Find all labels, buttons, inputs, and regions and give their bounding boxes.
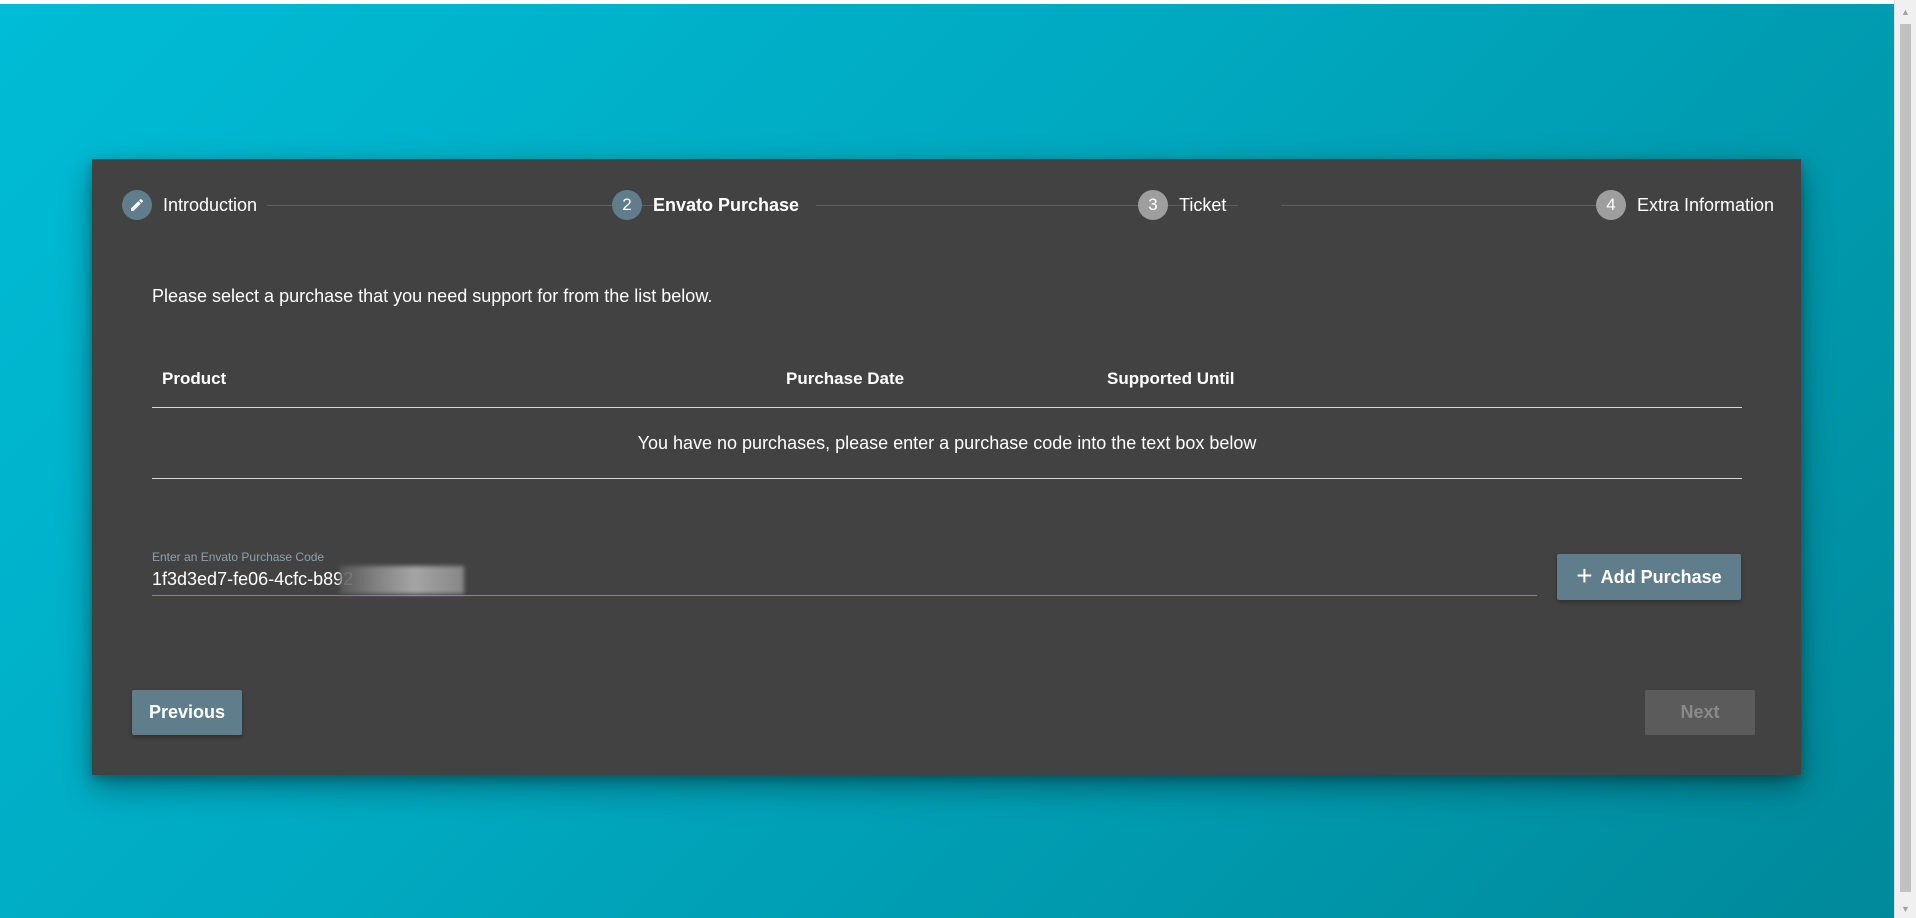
step-number: 4 <box>1596 190 1626 220</box>
instruction-text: Please select a purchase that you need s… <box>152 286 713 306</box>
next-button[interactable]: Next <box>1645 690 1755 735</box>
column-header-supported-until: Supported Until <box>1107 369 1235 388</box>
step-label: Envato Purchase <box>653 194 800 215</box>
scroll-down-arrow-icon[interactable]: ▼ <box>1895 901 1916 918</box>
scroll-up-arrow-icon[interactable]: ▲ <box>1895 4 1916 21</box>
step-extra-information[interactable]: 4 Extra Information <box>1596 189 1774 221</box>
purchase-code-field: Enter an Envato Purchase Code <box>152 550 1537 598</box>
add-purchase-label: Add Purchase <box>1600 566 1722 587</box>
column-header-product: Product <box>162 369 227 388</box>
step-label: Introduction <box>163 194 258 215</box>
add-purchase-button[interactable]: + Add Purchase <box>1557 554 1741 600</box>
scroll-thumb[interactable] <box>1900 24 1911 892</box>
step-number: 2 <box>612 190 642 220</box>
step-number: 3 <box>1138 190 1168 220</box>
step-label: Extra Information <box>1637 194 1775 215</box>
step-envato-purchase[interactable]: 2 Envato Purchase <box>612 189 799 221</box>
step-connector <box>1281 205 1615 206</box>
page-background: Introduction 2 Envato Purchase 3 Ticket … <box>0 4 1895 918</box>
column-header-purchase-date: Purchase Date <box>786 369 905 388</box>
pencil-icon <box>122 190 152 220</box>
step-connector <box>267 205 655 206</box>
empty-table-message: You have no purchases, please enter a pu… <box>152 408 1742 479</box>
plus-icon: + <box>1576 559 1593 591</box>
purchase-code-label: Enter an Envato Purchase Code <box>152 550 325 564</box>
redacted-code-blur <box>340 566 464 594</box>
purchases-table: Product Purchase Date Supported Until Yo… <box>152 353 1742 479</box>
vertical-scrollbar[interactable]: ▲ ▼ <box>1894 0 1916 918</box>
stepper: Introduction 2 Envato Purchase 3 Ticket … <box>122 189 1774 221</box>
table-header: Product Purchase Date Supported Until <box>152 353 1742 408</box>
step-introduction[interactable]: Introduction <box>122 189 257 221</box>
step-label: Ticket <box>1179 194 1227 215</box>
previous-button[interactable]: Previous <box>132 690 242 735</box>
wizard-card: Introduction 2 Envato Purchase 3 Ticket … <box>92 159 1801 775</box>
step-ticket[interactable]: 3 Ticket <box>1138 189 1226 221</box>
